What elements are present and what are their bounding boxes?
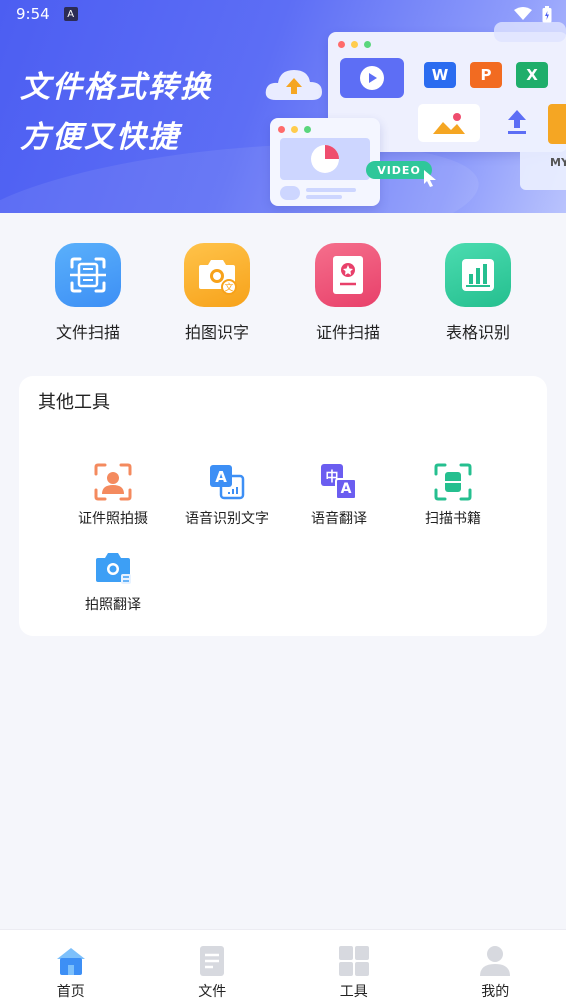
cursor-icon xyxy=(424,170,436,187)
arrow-up-icon xyxy=(508,110,526,134)
svg-text:A: A xyxy=(215,468,227,486)
mock-window-right-top xyxy=(548,104,566,144)
mock-window-small xyxy=(270,118,380,206)
bottom-nav: 首页 文件 工具 我的 xyxy=(0,929,566,1008)
play-icon xyxy=(360,66,384,90)
nav-label: 首页 xyxy=(56,984,85,1000)
cloud-upload-icon xyxy=(265,70,322,100)
banner[interactable]: 文件格式转换 方便又快捷 W P X VIDEO MY xyxy=(0,0,566,213)
tool-label: 证件照拍摄 xyxy=(78,511,148,527)
tool-label: 拍照翻译 xyxy=(85,597,141,613)
id-photo-icon xyxy=(93,462,133,502)
id-card-scan-icon xyxy=(315,243,381,307)
battery-icon xyxy=(542,5,552,22)
other-tools-title: 其他工具 xyxy=(38,392,110,413)
quick-tool-label: 文件扫描 xyxy=(55,323,120,342)
tool-id-photo[interactable]: 证件照拍摄 xyxy=(58,462,168,528)
home-icon xyxy=(56,948,85,975)
quick-tool-label: 证件扫描 xyxy=(315,323,380,342)
banner-title-line1: 文件格式转换 xyxy=(20,70,212,105)
tool-label: 扫描书籍 xyxy=(425,511,481,527)
status-time: 9:54 xyxy=(16,5,50,23)
voice-to-text-icon: A xyxy=(207,462,247,502)
image-icon xyxy=(433,113,465,134)
tool-voice-to-text[interactable]: A 语音识别文字 xyxy=(172,462,282,528)
profile-icon xyxy=(480,946,511,976)
tool-label: 语音识别文字 xyxy=(185,511,269,527)
tool-photo-translate[interactable]: 拍照翻译 xyxy=(58,548,168,614)
tool-book-scan[interactable]: 扫描书籍 xyxy=(398,462,508,528)
book-scan-icon xyxy=(433,462,473,502)
pie-chart-icon xyxy=(311,145,339,173)
file-icon xyxy=(200,946,225,976)
document-scan-icon xyxy=(55,243,121,307)
tool-label: 语音翻译 xyxy=(311,511,367,527)
quick-tool-document-scan[interactable]: 文件扫描 xyxy=(38,243,138,343)
status-bar: 9:54 A xyxy=(0,0,566,28)
banner-title-line2: 方便又快捷 xyxy=(20,120,180,155)
grid-tools-icon xyxy=(338,946,369,976)
a-glyph: A xyxy=(335,478,357,500)
svg-text:文: 文 xyxy=(224,282,233,294)
wifi-icon xyxy=(514,7,532,20)
excel-badge: X xyxy=(516,62,548,88)
nav-label: 文件 xyxy=(198,984,227,1000)
nav-label: 我的 xyxy=(481,984,510,1000)
notification-icon: A xyxy=(63,7,78,21)
word-badge: W xyxy=(424,62,456,88)
quick-tools: 文件扫描 文 拍图识字 证件扫描 表格识别 xyxy=(0,243,566,343)
nav-home[interactable]: 首页 xyxy=(0,930,142,1008)
ppt-badge: P xyxy=(470,62,502,88)
my-label: MY xyxy=(550,156,566,169)
nav-file[interactable]: 文件 xyxy=(142,930,284,1008)
quick-tool-table[interactable]: 表格识别 xyxy=(428,243,528,343)
nav-tools[interactable]: 工具 xyxy=(283,930,425,1008)
nav-profile[interactable]: 我的 xyxy=(425,930,566,1008)
table-chart-icon xyxy=(445,243,511,307)
quick-tool-id-card-scan[interactable]: 证件扫描 xyxy=(298,243,398,343)
quick-tool-camera-text[interactable]: 文 拍图识字 xyxy=(167,243,267,343)
quick-tool-label: 表格识别 xyxy=(445,323,510,342)
other-tools-card: 其他工具 证件照拍摄 A 语音识别文字 中 A 语音翻译 扫描书籍 拍照翻译 xyxy=(19,376,547,636)
camera-text-icon: 文 xyxy=(184,243,250,307)
photo-translate-icon xyxy=(93,548,133,588)
nav-label: 工具 xyxy=(339,984,368,1000)
voice-translate-icon: 中 A xyxy=(319,462,359,502)
quick-tool-label: 拍图识字 xyxy=(184,323,249,342)
tool-voice-translate[interactable]: 中 A 语音翻译 xyxy=(284,462,394,528)
